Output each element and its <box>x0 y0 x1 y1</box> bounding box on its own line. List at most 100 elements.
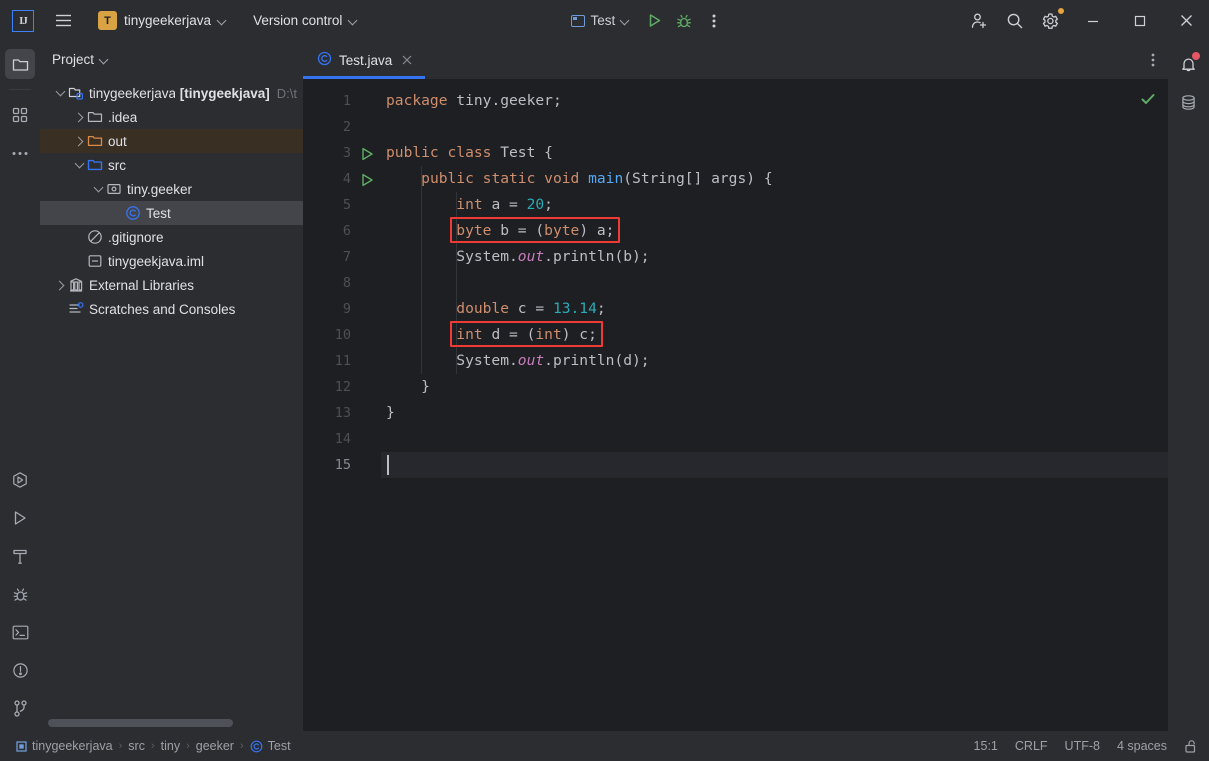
code-line-7[interactable]: System.out.println(b); <box>381 244 1168 270</box>
line-number-11: 11 <box>334 353 351 369</box>
project-tree[interactable]: tinygeekerjava [tinygeekjava] D:\t .idea out… <box>40 77 303 731</box>
code-line-12[interactable]: } <box>381 374 1168 400</box>
sidebar-item-run[interactable] <box>5 503 35 533</box>
code-token: byte <box>456 222 492 239</box>
chevron-right-icon[interactable] <box>52 277 68 293</box>
code-line-15[interactable] <box>381 452 1168 478</box>
tree-item-label: tinygeekerjava <box>89 85 175 101</box>
tree-item-tinygeekerjava[interactable]: tinygeekerjava [tinygeekjava] D:\t <box>40 81 303 105</box>
chevron-right-icon[interactable] <box>71 133 87 149</box>
breadcrumb-item-test[interactable]: Test <box>250 739 291 753</box>
tree-item-test[interactable]: Test <box>40 201 303 225</box>
encoding[interactable]: UTF-8 <box>1065 739 1100 753</box>
code-line-9[interactable]: double c = 13.14; <box>381 296 1168 322</box>
minimize-button[interactable] <box>1070 0 1115 41</box>
sidebar-item-notifications[interactable] <box>1174 49 1204 79</box>
tree-item-out[interactable]: out <box>40 129 303 153</box>
code-line-5[interactable]: int a = 20; <box>381 192 1168 218</box>
add-account-icon[interactable] <box>962 4 996 38</box>
tree-item-idea[interactable]: .idea <box>40 105 303 129</box>
tree-item-scratches-and-consoles[interactable]: Scratches and Consoles <box>40 297 303 321</box>
chevron-down-icon[interactable] <box>90 181 106 197</box>
breadcrumb-item-tinygeekerjava[interactable]: tinygeekerjava <box>16 739 113 753</box>
more-vertical-icon[interactable] <box>700 7 728 35</box>
unlocked-icon[interactable] <box>1184 739 1199 754</box>
project-widget[interactable]: T tinygeekerjava <box>90 7 235 35</box>
breadcrumb-item-geeker[interactable]: geeker <box>196 739 234 753</box>
tab-test-java[interactable]: Test.java <box>303 41 426 79</box>
chevron-down-icon[interactable] <box>100 55 109 64</box>
project-panel-header[interactable]: Project <box>40 41 303 77</box>
tree-item-tinygeekjava-iml[interactable]: tinygeekjava.iml <box>40 249 303 273</box>
project-horizontal-scrollbar[interactable] <box>48 719 300 727</box>
code-line-11[interactable]: System.out.println(d); <box>381 348 1168 374</box>
chevron-down-icon[interactable] <box>71 157 87 173</box>
code-token: d = ( <box>482 326 536 343</box>
tree-item-label: out <box>108 133 127 149</box>
breadcrumb-item-src[interactable]: src <box>128 739 145 753</box>
text-caret <box>387 455 389 475</box>
run-button[interactable] <box>640 7 668 35</box>
code-token: .println(d); <box>544 352 650 369</box>
breadcrumb-separator: › <box>118 740 123 752</box>
code-editor[interactable]: 1 2 3 4 5 6 7 8 9 10 11 12 13 14 15 package tiny.geeke… <box>303 79 1168 731</box>
intellij-idea-logo-icon[interactable]: IJ <box>12 9 34 32</box>
code-line-14[interactable] <box>381 426 1168 452</box>
search-icon[interactable] <box>998 4 1032 38</box>
debug-button[interactable] <box>670 7 698 35</box>
sidebar-item-debug[interactable] <box>5 579 35 609</box>
version-control-widget[interactable]: Version control <box>245 7 366 35</box>
sidebar-item-problems[interactable] <box>5 655 35 685</box>
tree-item-external-libraries[interactable]: External Libraries <box>40 273 303 297</box>
code-line-8[interactable] <box>381 270 1168 296</box>
code-token: ; <box>544 196 553 213</box>
code-line-4[interactable]: public static void main(String[] args) { <box>381 166 1168 192</box>
breadcrumb[interactable]: tinygeekerjava › src › tiny › geeker › Test <box>16 739 291 753</box>
editor-gutter[interactable]: 1 2 3 4 5 6 7 8 9 10 11 12 13 14 15 <box>303 79 381 731</box>
caret-position[interactable]: 15:1 <box>974 739 998 753</box>
scrollbar-thumb[interactable] <box>48 719 233 727</box>
close-icon[interactable] <box>399 52 415 68</box>
sidebar-item-project[interactable] <box>5 49 35 79</box>
chevron-right-icon[interactable] <box>71 109 87 125</box>
tree-item-tiny-geeker[interactable]: tiny.geeker <box>40 177 303 201</box>
line-number-10: 10 <box>334 327 351 343</box>
chevron-down-icon[interactable] <box>52 85 68 101</box>
hamburger-menu-icon[interactable] <box>48 7 78 35</box>
close-button[interactable] <box>1164 0 1209 41</box>
code-line-6[interactable]: byte b = (byte) a; <box>381 218 1168 244</box>
tree-item-gitignore[interactable]: .gitignore <box>40 225 303 249</box>
sidebar-item-more-tool-windows[interactable] <box>5 138 35 168</box>
breadcrumb-label: Test <box>267 739 291 753</box>
tree-item-label: tiny.geeker <box>127 181 193 197</box>
gear-icon[interactable] <box>1034 4 1068 38</box>
code-line-10[interactable]: int d = (int) c; <box>381 322 1168 348</box>
idea-window: IJ T tinygeekerjava Version control Test <box>0 0 1209 761</box>
project-module-icon <box>68 85 84 101</box>
code-line-2[interactable] <box>381 114 1168 140</box>
sidebar-item-database[interactable] <box>1174 87 1204 117</box>
checkmark-ok-icon[interactable] <box>1140 91 1156 112</box>
run-toolbar: Test <box>563 7 729 35</box>
sidebar-item-version-control[interactable] <box>5 693 35 723</box>
tree-item-src[interactable]: src <box>40 153 303 177</box>
code-line-3[interactable]: public class Test { <box>381 140 1168 166</box>
code-token: main <box>588 170 624 187</box>
sidebar-item-run-with-coverage[interactable] <box>5 465 35 495</box>
breadcrumb-item-tiny[interactable]: tiny <box>161 739 180 753</box>
code-line-1[interactable]: package tiny.geeker; <box>381 88 1168 114</box>
editor-text[interactable]: package tiny.geeker; public class Test {… <box>381 79 1168 731</box>
maximize-button[interactable] <box>1117 0 1162 41</box>
line-separator[interactable]: CRLF <box>1015 739 1048 753</box>
indent-setting[interactable]: 4 spaces <box>1117 739 1167 753</box>
code-line-13[interactable]: } <box>381 400 1168 426</box>
gutter-run-icon[interactable] <box>359 171 375 187</box>
sidebar-item-terminal[interactable] <box>5 617 35 647</box>
gutter-run-icon[interactable] <box>359 145 375 161</box>
run-configuration-selector[interactable]: Test <box>563 9 639 32</box>
editor-more-vertical-icon[interactable] <box>1138 41 1168 79</box>
sidebar-item-commit[interactable] <box>5 100 35 130</box>
sidebar-item-build[interactable] <box>5 541 35 571</box>
project-name-label: tinygeekerjava <box>124 13 212 28</box>
